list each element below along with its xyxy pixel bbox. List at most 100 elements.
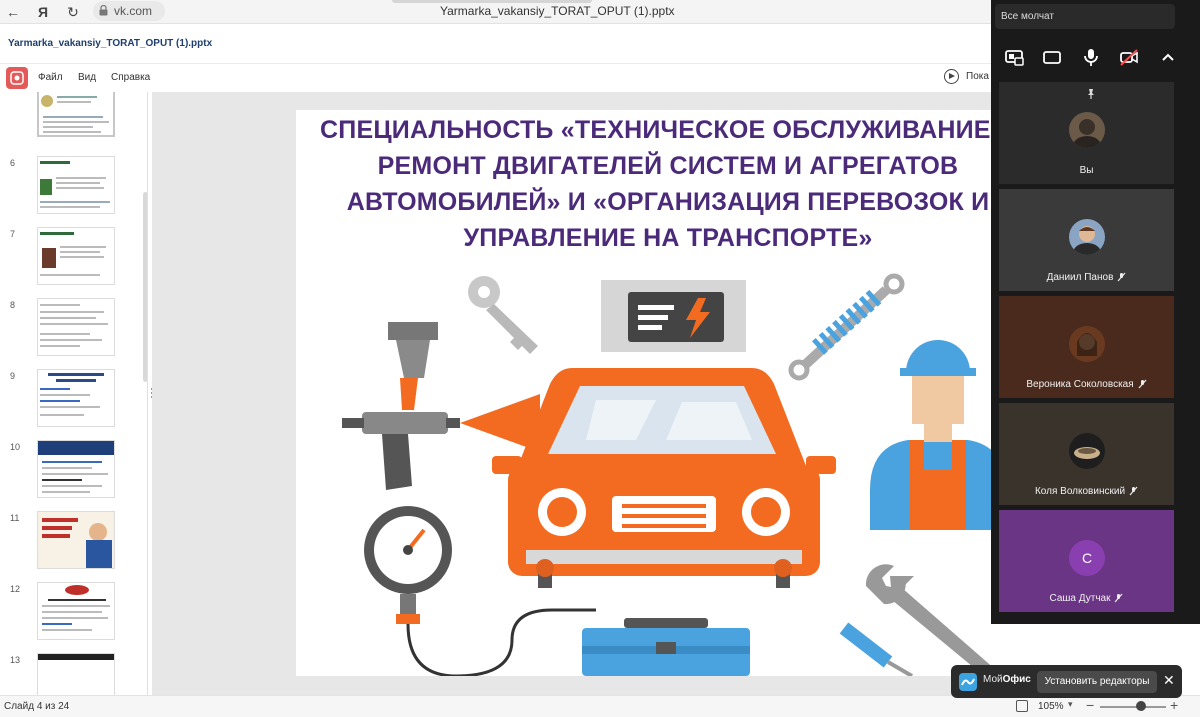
- slide-thumbnail-panel[interactable]: 5 6 7: [0, 92, 148, 695]
- thumbnail-preview: [38, 441, 114, 493]
- thumbnail-row[interactable]: 11: [0, 511, 147, 577]
- thumbnail-number: 10: [10, 442, 21, 452]
- current-slide: СПЕЦИАЛЬНОСТЬ «ТЕХНИЧЕСКОЕ ОБСЛУЖИВАНИЕ …: [296, 110, 1040, 676]
- slide-thumbnail[interactable]: [37, 653, 115, 695]
- zoom-in-button[interactable]: +: [1170, 697, 1178, 713]
- avatar: [1069, 112, 1105, 148]
- slide-thumbnail[interactable]: [37, 227, 115, 285]
- thumbnail-row[interactable]: 6: [0, 156, 147, 222]
- install-editors-button[interactable]: Установить редакторы: [1037, 671, 1157, 693]
- slide-title-line: СПЕЦИАЛЬНОСТЬ «ТЕХНИЧЕСКОЕ ОБСЛУЖИВАНИЕ …: [320, 116, 1016, 144]
- thumbnail-preview: [40, 161, 110, 208]
- pin-icon[interactable]: [1085, 88, 1097, 100]
- play-icon[interactable]: [944, 69, 959, 84]
- thumbnail-number: 11: [10, 513, 20, 523]
- car-icon: [492, 368, 836, 588]
- banner-brand: МойОфис: [983, 674, 1031, 685]
- participant-name: Саша Дутчак: [999, 593, 1174, 604]
- menu-help[interactable]: Справка: [111, 72, 150, 83]
- thumbnail-row[interactable]: 5: [0, 92, 147, 150]
- mic-off-icon: [1117, 272, 1126, 282]
- thumbnail-number: 7: [10, 229, 16, 239]
- fit-to-window-icon[interactable]: [1016, 700, 1028, 712]
- participant-name: Даниил Панов: [999, 272, 1174, 283]
- thumbnail-row[interactable]: 12: [0, 582, 147, 648]
- page-tab-title: Yarmarka_vakansiy_TORAT_OPUT (1).pptx: [440, 4, 675, 18]
- slide-title: СПЕЦИАЛЬНОСТЬ «ТЕХНИЧЕСКОЕ ОБСЛУЖИВАНИЕ …: [296, 112, 1040, 256]
- thumbnail-row[interactable]: 9: [0, 369, 147, 435]
- thumbnail-row[interactable]: 10: [0, 440, 147, 506]
- address-bar[interactable]: vk.com: [93, 1, 165, 21]
- slide-thumbnail[interactable]: [37, 92, 115, 137]
- screwdriver-icon: [839, 622, 914, 676]
- yandex-icon[interactable]: Я: [34, 3, 52, 21]
- slide-title-line: АВТОМОБИЛЕЙ» И «ОРГАНИЗАЦИЯ ПЕРЕВОЗОК И: [346, 188, 990, 216]
- thumbnail-row[interactable]: 7: [0, 227, 147, 293]
- zoom-slider-track[interactable]: [1100, 706, 1166, 708]
- menu-view[interactable]: Вид: [78, 72, 96, 83]
- menu-file[interactable]: Файл: [38, 72, 63, 83]
- participant-name: Коля Волковинский: [999, 486, 1174, 497]
- app-logo-icon[interactable]: [6, 67, 28, 89]
- thumbnail-number: 9: [10, 371, 16, 381]
- participant-tile[interactable]: Даниил Панов: [999, 189, 1174, 291]
- thumbnail-preview: [38, 512, 114, 568]
- microphone-icon[interactable]: [1080, 46, 1102, 68]
- thumbnail-number: 6: [10, 158, 16, 168]
- present-button-label[interactable]: Пока: [966, 71, 989, 82]
- video-call-panel: Все молчат Вы Даниил Панов Вероника Соко…: [991, 0, 1200, 624]
- participant-tile[interactable]: Вы: [999, 82, 1174, 184]
- screen-share-icon[interactable]: [1003, 46, 1025, 68]
- tab-indicator: [392, 0, 592, 3]
- slide-thumbnail[interactable]: [37, 582, 115, 640]
- participant-tile[interactable]: С Саша Дутчак: [999, 510, 1174, 612]
- back-arrow-icon[interactable]: ←: [4, 3, 22, 21]
- participant-tile[interactable]: Вероника Соколовская: [999, 296, 1174, 398]
- document-title[interactable]: Yarmarka_vakansiy_TORAT_OPUT (1).pptx: [8, 38, 212, 49]
- status-bar: Слайд 4 из 24 105% ▾ − +: [0, 695, 1200, 717]
- chevron-up-icon[interactable]: [1157, 46, 1179, 68]
- zoom-dropdown-icon[interactable]: ▾: [1068, 699, 1073, 710]
- participant-name-text: Даниил Панов: [1046, 272, 1114, 283]
- zoom-slider-handle[interactable]: [1136, 701, 1146, 711]
- shock-absorber-icon: [788, 273, 905, 381]
- participant-name: Вероника Соколовская: [999, 379, 1174, 390]
- thumbnail-scrollbar[interactable]: [143, 192, 147, 382]
- thumbnail-preview: [40, 304, 108, 347]
- slide-thumbnail[interactable]: [37, 156, 115, 214]
- key-icon: [468, 276, 538, 354]
- close-banner-button[interactable]: ✕: [1163, 672, 1175, 689]
- zoom-out-button[interactable]: −: [1086, 697, 1094, 713]
- thumbnail-row[interactable]: 8: [0, 298, 147, 364]
- thumbnail-number: 8: [10, 300, 16, 310]
- zoom-level[interactable]: 105%: [1038, 701, 1064, 712]
- window-icon[interactable]: [1041, 46, 1063, 68]
- thumbnail-preview: [40, 373, 104, 416]
- thumbnail-preview: [41, 95, 109, 133]
- call-status-field[interactable]: Все молчат: [995, 4, 1175, 29]
- mic-off-icon: [1138, 379, 1147, 389]
- brand-bold: Офис: [1002, 674, 1031, 685]
- slide-title-line: УПРАВЛЕНИЕ НА ТРАНСПОРТЕ»: [463, 224, 873, 252]
- thumbnail-number: 12: [10, 584, 21, 594]
- slide-thumbnail[interactable]: [37, 298, 115, 356]
- mic-off-icon: [1115, 593, 1123, 603]
- slide-title-line: РЕМОНТ ДВИГАТЕЛЕЙ СИСТЕМ И АГРЕГАТОВ: [377, 152, 959, 180]
- slide-counter: Слайд 4 из 24: [4, 701, 70, 712]
- url-text: vk.com: [114, 4, 153, 18]
- reload-icon[interactable]: ↻: [64, 3, 82, 21]
- thumbnail-row[interactable]: 13: [0, 653, 147, 695]
- mic-off-icon: [1129, 486, 1138, 496]
- lock-icon: [99, 5, 108, 16]
- participant-name-text: Вероника Соколовская: [1026, 379, 1134, 390]
- thumbnail-preview: [42, 585, 110, 631]
- moioffice-logo-icon: [959, 673, 977, 691]
- camera-off-icon[interactable]: [1118, 46, 1140, 68]
- slide-thumbnail[interactable]: [37, 511, 115, 569]
- participant-name: Вы: [999, 165, 1174, 176]
- thumbnail-preview: [38, 654, 114, 660]
- slide-thumbnail[interactable]: [37, 440, 115, 498]
- slide-thumbnail[interactable]: [37, 369, 115, 427]
- participant-tile[interactable]: Коля Волковинский: [999, 403, 1174, 505]
- avatar: [1069, 326, 1105, 362]
